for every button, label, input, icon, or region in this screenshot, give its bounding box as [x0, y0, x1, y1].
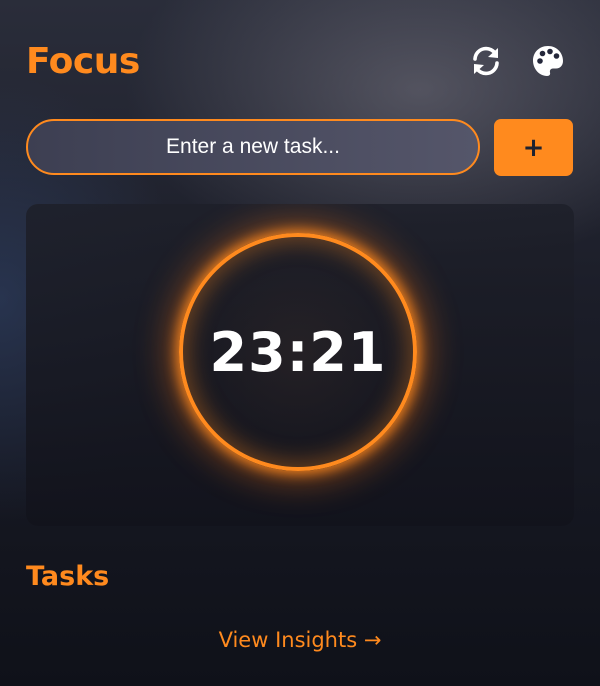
focus-app: Focus +	[0, 0, 600, 686]
add-task-button[interactable]: +	[494, 119, 573, 176]
palette-icon	[533, 46, 563, 76]
theme-button[interactable]	[530, 43, 566, 79]
timer-ring[interactable]: 23:21	[179, 233, 417, 471]
header-actions	[468, 43, 566, 79]
timer-card: 23:21	[26, 204, 574, 526]
header: Focus	[26, 36, 574, 86]
view-insights-link[interactable]: View Insights →	[0, 628, 600, 652]
app-title: Focus	[26, 40, 140, 82]
new-task-input[interactable]	[26, 119, 480, 175]
refresh-icon	[473, 46, 499, 76]
timer-display: 23:21	[209, 320, 387, 384]
new-task-row: +	[26, 119, 574, 176]
tasks-heading: Tasks	[26, 561, 110, 592]
refresh-button[interactable]	[468, 43, 504, 79]
